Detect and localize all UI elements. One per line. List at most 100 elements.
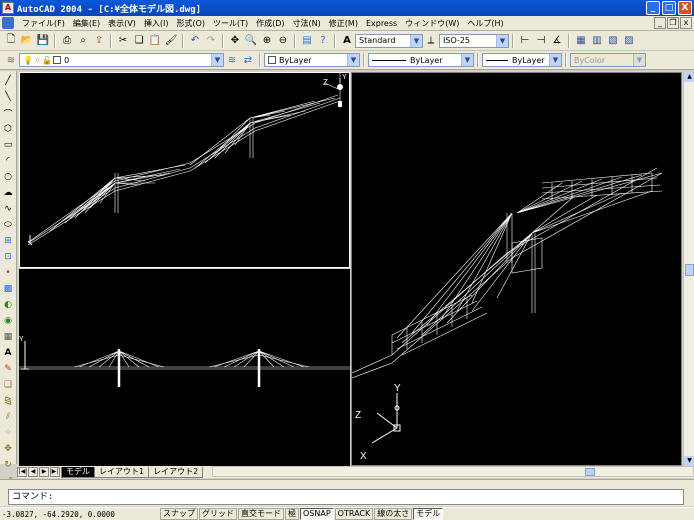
new-icon[interactable]: 🗋: [4, 34, 18, 48]
scroll-thumb[interactable]: [585, 468, 595, 476]
autocad-logo-icon[interactable]: A: [2, 2, 14, 14]
express-icon[interactable]: ▨: [622, 34, 636, 48]
text-style-dropdown[interactable]: Standard ▼: [355, 33, 423, 48]
paste-icon[interactable]: 📋: [148, 34, 162, 48]
color-dropdown[interactable]: ByLayer ▼: [264, 53, 360, 67]
lineweight-toggle[interactable]: 線の太さ: [374, 508, 413, 520]
polyline-icon[interactable]: ⌒: [1, 106, 15, 120]
array-icon[interactable]: ⁘: [1, 426, 15, 440]
publish-icon[interactable]: ⇪: [92, 34, 106, 48]
menu-tools[interactable]: ツール(T): [209, 18, 252, 29]
help-icon[interactable]: ?: [316, 34, 330, 48]
menu-view[interactable]: 表示(V): [104, 18, 140, 29]
zoom-previous-icon[interactable]: ⊖: [276, 34, 290, 48]
make-block-icon[interactable]: ⊡: [1, 250, 15, 264]
title-bar[interactable]: A AutoCAD 2004 - [C:¥全体モデル図.dwg] _ □ X: [0, 0, 694, 16]
osnap-toggle[interactable]: OSNAP: [300, 508, 334, 520]
polar-toggle[interactable]: 極: [285, 508, 299, 520]
command-input[interactable]: コマンド:: [8, 489, 684, 505]
redo-icon[interactable]: ↷: [204, 34, 218, 48]
dim-linear-icon[interactable]: ⊢: [518, 34, 532, 48]
tab-layout1[interactable]: レイアウト1: [94, 466, 150, 478]
table-icon[interactable]: ▦: [574, 34, 588, 48]
menu-draw[interactable]: 作成(D): [252, 18, 288, 29]
tab-layout2[interactable]: レイアウト2: [148, 466, 204, 478]
minimize-button[interactable]: _: [646, 1, 660, 15]
mirror-icon[interactable]: ⧎: [1, 394, 15, 408]
revision-cloud-icon[interactable]: ☁: [1, 186, 15, 200]
doc-close-button[interactable]: x: [680, 17, 692, 29]
ortho-toggle[interactable]: 直交モード: [238, 508, 284, 520]
construction-line-icon[interactable]: ╲: [1, 90, 15, 104]
model-space-toggle[interactable]: モデル: [413, 508, 444, 520]
hatch-icon[interactable]: ▩: [1, 282, 15, 296]
move-icon[interactable]: ✥: [1, 442, 15, 456]
dimension-style-dropdown[interactable]: ISO-25 ▼: [439, 33, 509, 48]
menu-insert[interactable]: 挿入(I): [140, 18, 173, 29]
doc-minimize-button[interactable]: _: [654, 17, 666, 29]
text-style-icon[interactable]: A: [340, 34, 354, 48]
zoom-realtime-icon[interactable]: 🔍: [244, 34, 258, 48]
horizontal-scrollbar[interactable]: [212, 466, 694, 477]
first-tab-icon[interactable]: |◀: [17, 467, 27, 477]
spline-icon[interactable]: ∿: [1, 202, 15, 216]
print-icon[interactable]: ⎙: [60, 34, 74, 48]
pan-icon[interactable]: ✥: [228, 34, 242, 48]
menu-file[interactable]: ファイル(F): [18, 18, 69, 29]
scroll-down-icon[interactable]: ▼: [684, 456, 694, 466]
snap-toggle[interactable]: スナップ: [160, 508, 198, 520]
last-tab-icon[interactable]: ▶|: [50, 467, 60, 477]
maximize-button[interactable]: □: [662, 1, 676, 15]
viewport-3d-view[interactable]: Z Y: [19, 72, 350, 268]
open-icon[interactable]: 📂: [20, 34, 34, 48]
polygon-icon[interactable]: ⬡: [1, 122, 15, 136]
line-icon[interactable]: ╱: [1, 74, 15, 88]
viewport-isometric-view[interactable]: Y Z X: [351, 72, 682, 466]
menu-edit[interactable]: 編集(E): [69, 18, 104, 29]
save-icon[interactable]: 💾: [36, 34, 50, 48]
ellipse-icon[interactable]: ⬭: [1, 218, 15, 232]
linetype-dropdown[interactable]: ByLayer ▼: [368, 53, 474, 67]
table-draw-icon[interactable]: ▦: [1, 330, 15, 344]
preview-icon[interactable]: ⌕: [76, 34, 90, 48]
menu-express[interactable]: Express: [362, 19, 401, 28]
layer-tool-icon[interactable]: ▥: [590, 34, 604, 48]
dim-angular-icon[interactable]: ∡: [550, 34, 564, 48]
make-current-icon[interactable]: ≋: [225, 53, 239, 67]
menu-help[interactable]: ヘルプ(H): [463, 18, 507, 29]
close-button[interactable]: X: [678, 1, 692, 15]
gradient-icon[interactable]: ◐: [1, 298, 15, 312]
region-icon[interactable]: ◉: [1, 314, 15, 328]
cut-icon[interactable]: ✂: [116, 34, 130, 48]
document-icon[interactable]: [2, 17, 14, 29]
scroll-thumb[interactable]: [685, 264, 694, 276]
menu-dimension[interactable]: 寸法(N): [289, 18, 325, 29]
prev-tab-icon[interactable]: ◀: [28, 467, 38, 477]
match-properties-icon[interactable]: 🖌: [164, 34, 178, 48]
dim-aligned-icon[interactable]: ⊣: [534, 34, 548, 48]
layer-states-icon[interactable]: ▧: [606, 34, 620, 48]
menu-modify[interactable]: 修正(M): [325, 18, 362, 29]
undo-icon[interactable]: ↶: [188, 34, 202, 48]
lineweight-dropdown[interactable]: ByLayer ▼: [482, 53, 562, 67]
layer-dropdown[interactable]: 💡 ☼ 🔓 0 ▼: [19, 53, 224, 67]
otrack-toggle[interactable]: OTRACK: [334, 508, 374, 520]
doc-restore-button[interactable]: ❐: [667, 17, 679, 29]
dimension-style-icon[interactable]: ⟂: [424, 34, 438, 48]
rotate-icon[interactable]: ↻: [1, 458, 15, 472]
rectangle-icon[interactable]: ▭: [1, 138, 15, 152]
copy-icon[interactable]: ❏: [132, 34, 146, 48]
insert-block-icon[interactable]: ⊞: [1, 234, 15, 248]
menu-format[interactable]: 形式(O): [172, 18, 209, 29]
viewport-elevation-view[interactable]: Y: [19, 269, 350, 466]
coordinate-display[interactable]: -3.0827, -64.2920, 0.0000: [0, 510, 160, 519]
zoom-window-icon[interactable]: ⊕: [260, 34, 274, 48]
erase-icon[interactable]: ✎: [1, 362, 15, 376]
offset-icon[interactable]: ⫽: [1, 410, 15, 424]
menu-window[interactable]: ウィンドウ(W): [401, 18, 463, 29]
layer-previous-icon[interactable]: ⇄: [241, 53, 255, 67]
grid-toggle[interactable]: グリッド: [199, 508, 237, 520]
circle-icon[interactable]: ○: [1, 170, 15, 184]
next-tab-icon[interactable]: ▶: [39, 467, 49, 477]
scroll-up-icon[interactable]: ▲: [684, 72, 694, 82]
